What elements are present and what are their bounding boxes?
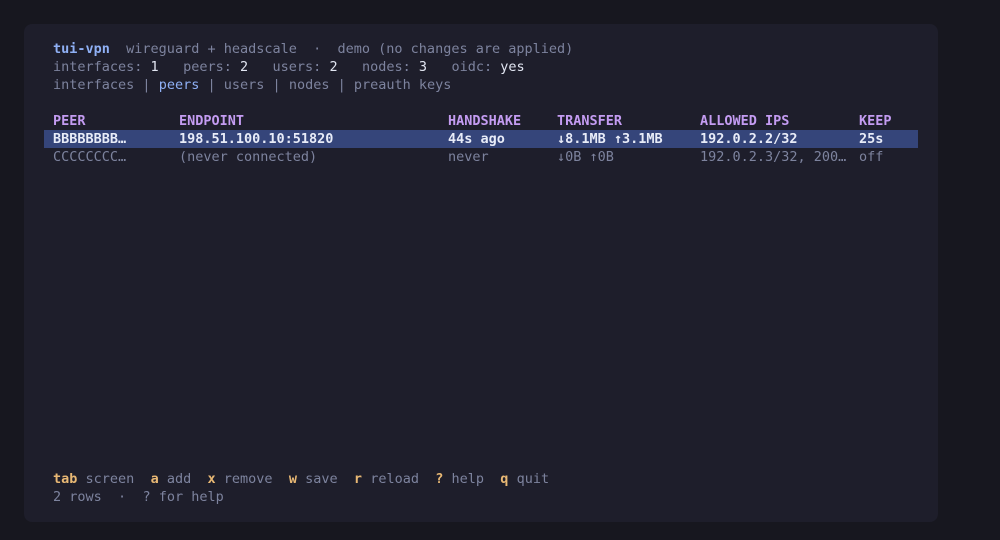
- action-remove: remove: [223, 471, 273, 487]
- key-quit[interactable]: q: [500, 471, 508, 487]
- stat-value-interfaces: 1: [150, 59, 159, 75]
- action-add: add: [166, 471, 192, 487]
- key-tab[interactable]: tab: [53, 471, 77, 487]
- tab-users[interactable]: users: [224, 77, 265, 93]
- cell-keep: 25s: [859, 131, 884, 147]
- column-header-allowed-ips: ALLOWED IPS: [700, 113, 790, 129]
- column-header-endpoint: ENDPOINT: [179, 113, 245, 129]
- tab-separator: |: [337, 77, 346, 93]
- status-dot: ·: [118, 489, 127, 505]
- cell-transfer: ↓8.1MB ↑3.1MB: [557, 131, 663, 147]
- terminal-window: tui-vpn wireguard + headscale · demo (no…: [24, 24, 938, 522]
- stat-value-oidc: yes: [500, 59, 525, 75]
- action-save: save: [305, 471, 338, 487]
- mode-label: demo (no changes are applied): [337, 41, 574, 57]
- tab-separator: |: [272, 77, 281, 93]
- column-header-keep: KEEP: [859, 113, 892, 129]
- cell-handshake: 44s ago: [448, 131, 505, 147]
- cell-handshake: never: [448, 149, 489, 165]
- cell-peer: CCCCCCCC…: [53, 149, 127, 165]
- status-line: 2 rows · ? for help: [53, 488, 224, 506]
- action-quit: quit: [516, 471, 550, 487]
- stat-value-peers: 2: [240, 59, 249, 75]
- key-add[interactable]: a: [151, 471, 159, 487]
- column-header-transfer: TRANSFER: [557, 113, 623, 129]
- key-reload[interactable]: r: [354, 471, 362, 487]
- tab-preauth-keys[interactable]: preauth keys: [354, 77, 452, 93]
- action-reload: reload: [370, 471, 419, 487]
- header-dot: ·: [313, 41, 322, 57]
- table-header: PEER ENDPOINT HANDSHAKE TRANSFER ALLOWED…: [53, 112, 918, 130]
- stat-label-users: users:: [272, 59, 322, 75]
- tab-interfaces[interactable]: interfaces: [53, 77, 134, 93]
- cell-allowed-ips: 192.0.2.2/32: [700, 131, 798, 147]
- table-row-selected[interactable]: BBBBBBBB… 198.51.100.10:51820 44s ago ↓8…: [44, 130, 918, 148]
- cell-endpoint: 198.51.100.10:51820: [179, 131, 334, 147]
- cell-endpoint: (never connected): [179, 149, 318, 165]
- cell-transfer: ↓0B ↑0B: [557, 149, 614, 165]
- action-help: help: [451, 471, 485, 487]
- header-line: tui-vpn wireguard + headscale · demo (no…: [53, 40, 573, 58]
- stats-line: interfaces: 1 peers: 2 users: 2 nodes: 3…: [53, 58, 525, 76]
- tab-separator: |: [207, 77, 216, 93]
- key-help[interactable]: ?: [435, 471, 443, 487]
- tab-peers[interactable]: peers: [159, 77, 200, 93]
- stat-label-oidc: oidc:: [451, 59, 493, 75]
- stat-label-interfaces: interfaces:: [53, 59, 143, 75]
- column-header-peer: PEER: [53, 113, 86, 129]
- action-screen: screen: [85, 471, 135, 487]
- table-row[interactable]: CCCCCCCC… (never connected) never ↓0B ↑0…: [44, 148, 918, 166]
- stat-value-nodes: 3: [418, 59, 428, 75]
- app-subtitle: wireguard + headscale: [126, 41, 297, 57]
- stat-label-nodes: nodes:: [361, 59, 411, 75]
- app-name: tui-vpn: [53, 41, 110, 57]
- help-hint: ? for help: [142, 489, 224, 505]
- tab-bar: interfaces | peers | users | nodes | pre…: [53, 76, 451, 94]
- key-save[interactable]: w: [289, 471, 297, 487]
- stat-label-peers: peers:: [183, 59, 232, 75]
- keybind-bar: tab screen a add x remove w save r reloa…: [53, 470, 549, 488]
- stat-value-users: 2: [329, 59, 338, 75]
- cell-peer: BBBBBBBB…: [53, 131, 127, 147]
- tab-separator: |: [142, 77, 151, 93]
- column-header-handshake: HANDSHAKE: [448, 113, 522, 129]
- cell-allowed-ips: 192.0.2.3/32, 200…: [700, 149, 847, 165]
- tab-nodes[interactable]: nodes: [289, 77, 330, 93]
- key-remove[interactable]: x: [208, 471, 216, 487]
- cell-keep: off: [859, 149, 884, 165]
- row-count: 2 rows: [53, 489, 102, 505]
